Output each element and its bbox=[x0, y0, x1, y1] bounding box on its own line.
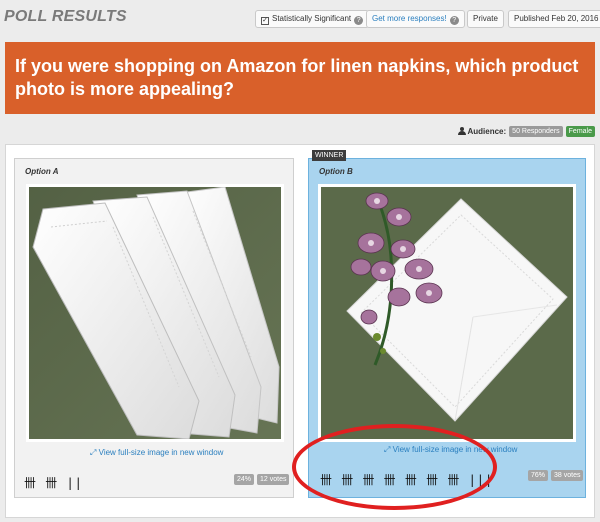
help-icon[interactable]: ? bbox=[449, 16, 459, 25]
audience-label: Audience: bbox=[467, 126, 507, 136]
option-a-vote-count: 12 votes bbox=[257, 474, 290, 485]
check-icon: ✓ bbox=[261, 17, 269, 25]
published-date: Published Feb 20, 2016 bbox=[508, 10, 600, 28]
option-b-vote-count: 38 votes bbox=[551, 470, 584, 481]
get-more-responses-label: Get more responses! bbox=[372, 14, 447, 23]
napkin-orchid-image bbox=[321, 187, 573, 439]
top-bar: POLL RESULTS ✓ Statistically Significant?… bbox=[0, 0, 600, 34]
expand-icon: ⤢ bbox=[90, 448, 99, 457]
statistically-significant-badge[interactable]: ✓ Statistically Significant? bbox=[255, 10, 370, 28]
option-a-tally-marks: 卌 卌 || bbox=[24, 476, 83, 490]
get-more-responses-button[interactable]: Get more responses!? bbox=[366, 10, 465, 28]
option-a-votes: 24% 12 votes bbox=[234, 474, 290, 485]
option-b-percent: 76% bbox=[528, 470, 549, 481]
view-full-size-link-a[interactable]: ⤢ View full-size image in new window bbox=[90, 448, 223, 458]
option-a-label: Option A bbox=[25, 167, 59, 176]
view-full-size-label-a: View full-size image in new window bbox=[98, 448, 224, 457]
red-circle-annotation bbox=[292, 424, 497, 510]
option-b-image[interactable] bbox=[318, 184, 576, 442]
option-a-percent: 24% bbox=[234, 474, 255, 485]
responders-badge: 50 Responders bbox=[509, 125, 563, 137]
option-b-votes: 76% 38 votes bbox=[528, 470, 584, 481]
winner-badge: WINNER bbox=[312, 150, 347, 161]
option-a-image[interactable] bbox=[26, 184, 284, 442]
page-title: POLL RESULTS bbox=[4, 8, 127, 25]
audience-info: Audience: 50 Responders Female bbox=[457, 125, 595, 137]
poll-question: If you were shopping on Amazon for linen… bbox=[5, 42, 595, 114]
option-b-label: Option B bbox=[319, 167, 353, 176]
gender-badge: Female bbox=[565, 125, 595, 137]
help-icon[interactable]: ? bbox=[354, 16, 364, 25]
visibility-badge[interactable]: Private bbox=[467, 10, 504, 28]
statistically-significant-label: Statistically Significant bbox=[272, 14, 352, 23]
person-icon bbox=[457, 127, 466, 135]
napkin-stack-image bbox=[29, 187, 281, 439]
